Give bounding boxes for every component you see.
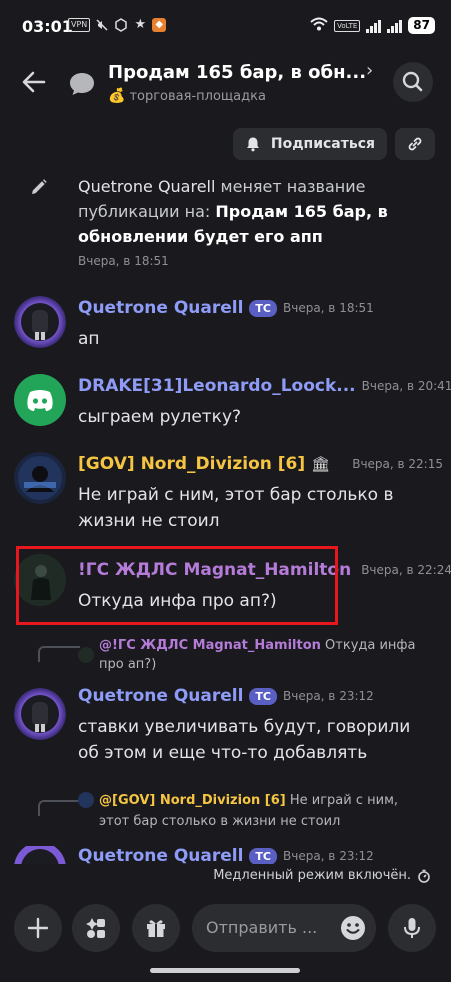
- thread-title[interactable]: Продам 165 бар, в обн...: [108, 62, 366, 83]
- channel-name: торговая-площадка: [129, 88, 266, 104]
- gift-button[interactable]: [132, 904, 180, 952]
- apps-icon: [86, 918, 105, 938]
- reply-content: @[GOV] Nord_Divizion [6] Не играй с ним,…: [99, 790, 428, 832]
- message-text: Не играй с ним, этот бар столько в жизни…: [78, 485, 394, 531]
- bell-icon: [246, 137, 259, 152]
- microphone-icon: [404, 918, 420, 938]
- author-name[interactable]: Quetrone Quarell: [78, 846, 243, 864]
- reply-mention: @!ГС ЖДЛС Magnat_Hamilton: [99, 638, 321, 653]
- reply-reference[interactable]: @[GOV] Nord_Divizion [6] Не играй с ним,…: [78, 790, 428, 832]
- gift-icon: [147, 920, 165, 937]
- message-time: Вчера, в 23:12: [283, 689, 374, 703]
- author-line: [GOV] Nord_Divizion [6] 🏛 Вчера, в 22:15: [78, 454, 443, 474]
- message[interactable]: Quetrone Quarell TC Вчера, в 23:12: [0, 846, 451, 864]
- vpn-icon: VPN: [68, 18, 91, 32]
- plus-icon: [27, 917, 49, 939]
- author-name[interactable]: DRAKE[31]Leonardo_Loock...: [78, 376, 356, 396]
- message-time: Вчера, в 18:51: [283, 301, 374, 315]
- system-message-text: Quetrone Quarell меняет название публика…: [78, 174, 408, 249]
- status-time: 03:01: [22, 17, 73, 36]
- app-notification-icon: ◆: [152, 18, 167, 32]
- thread-header: Продам 165 бар, в обн... › 💰 торговая-пл…: [0, 52, 451, 112]
- signal-icon-2: [387, 19, 403, 33]
- slow-mode-text: Медленный режим включён.: [213, 868, 411, 883]
- money-bag-icon: 💰: [108, 88, 126, 104]
- voice-message-button[interactable]: [388, 904, 436, 952]
- channel-breadcrumb[interactable]: 💰 торговая-площадка: [108, 88, 266, 104]
- message-input-placeholder: Отправить ...: [206, 918, 318, 937]
- role-tag: TC: [249, 847, 277, 864]
- wifi-icon: [310, 16, 328, 35]
- author-line: Quetrone Quarell TC Вчера, в 18:51: [78, 298, 374, 318]
- copy-link-button[interactable]: [395, 128, 435, 160]
- smiley-icon: [341, 916, 365, 940]
- status-right-icons: VoLTE 87: [310, 16, 435, 35]
- battery-indicator: 87: [408, 17, 435, 34]
- author-name[interactable]: Quetrone Quarell: [78, 298, 243, 318]
- emoji-button[interactable]: [340, 915, 366, 941]
- reply-connector: [38, 800, 80, 816]
- star-icon: ★: [134, 17, 147, 32]
- reply-connector: [38, 646, 80, 662]
- status-bar: 03:01 VPN ★ ◆ VoLTE 87: [0, 0, 451, 52]
- author-line: Quetrone Quarell TC Вчера, в 23:12: [78, 686, 374, 706]
- arrow-left-icon: [22, 71, 46, 93]
- timer-icon: [418, 869, 430, 883]
- reply-mention: @[GOV] Nord_Divizion [6]: [99, 793, 286, 808]
- message-time: Вчера, в 20:41: [361, 379, 451, 393]
- avatar[interactable]: [14, 846, 66, 864]
- mute-icon: [95, 18, 109, 32]
- home-indicator[interactable]: [150, 968, 300, 973]
- volte-icon: VoLTE: [334, 19, 361, 32]
- role-tag: TC: [249, 299, 277, 317]
- subscribe-button[interactable]: Подписаться: [232, 128, 387, 160]
- message-text: сыграем рулетку?: [78, 407, 242, 427]
- reply-avatar: [78, 647, 94, 663]
- message-text: ап: [78, 329, 100, 349]
- message-time: Вчера, в 23:12: [283, 849, 374, 863]
- author-line: Quetrone Quarell TC Вчера, в 23:12: [78, 846, 374, 864]
- thread-icon: [66, 68, 98, 100]
- system-message-author[interactable]: Quetrone Quarell: [78, 177, 215, 196]
- message-composer: Отправить ...: [0, 898, 451, 958]
- discord-logo-icon: [27, 390, 53, 411]
- back-button[interactable]: [18, 66, 50, 98]
- reply-reference[interactable]: @!ГС ЖДЛС Magnat_Hamilton Откуда инфа пр…: [78, 636, 428, 674]
- shield-icon: [114, 18, 128, 32]
- link-icon: [408, 137, 422, 151]
- slow-mode-notice: Медленный режим включён.: [213, 868, 431, 883]
- message-text: ставки увеличивать будут, говорили об эт…: [78, 717, 411, 763]
- avatar[interactable]: [14, 296, 66, 348]
- status-left-icons: VPN ★ ◆: [68, 17, 167, 32]
- pencil-icon: [30, 178, 48, 196]
- author-name[interactable]: Quetrone Quarell: [78, 686, 243, 706]
- message-input[interactable]: Отправить ...: [192, 904, 376, 952]
- search-button[interactable]: [393, 62, 433, 102]
- system-message-time: Вчера, в 18:51: [78, 254, 169, 268]
- message-time: Вчера, в 22:15: [352, 457, 443, 471]
- apps-button[interactable]: [72, 904, 120, 952]
- avatar[interactable]: [14, 452, 66, 504]
- subscribe-label: Подписаться: [270, 136, 375, 152]
- search-icon: [402, 71, 423, 92]
- thread-actions: Подписаться: [232, 128, 435, 160]
- author-line: DRAKE[31]Leonardo_Loock... Вчера, в 20:4…: [78, 376, 451, 396]
- message-time: Вчера, в 22:24: [361, 563, 451, 577]
- reply-content: @!ГС ЖДЛС Magnat_Hamilton Откуда инфа пр…: [99, 636, 428, 674]
- signal-icon-1: [366, 19, 382, 33]
- role-tag: TC: [249, 687, 277, 705]
- add-attachment-button[interactable]: [14, 904, 62, 952]
- author-name[interactable]: [GOV] Nord_Divizion [6]: [78, 454, 305, 474]
- highlight-box: [16, 546, 338, 625]
- reply-avatar: [78, 792, 94, 808]
- bank-icon: 🏛: [311, 455, 331, 473]
- chevron-right-icon[interactable]: ›: [366, 60, 373, 81]
- avatar[interactable]: [14, 688, 66, 740]
- avatar[interactable]: [14, 374, 66, 426]
